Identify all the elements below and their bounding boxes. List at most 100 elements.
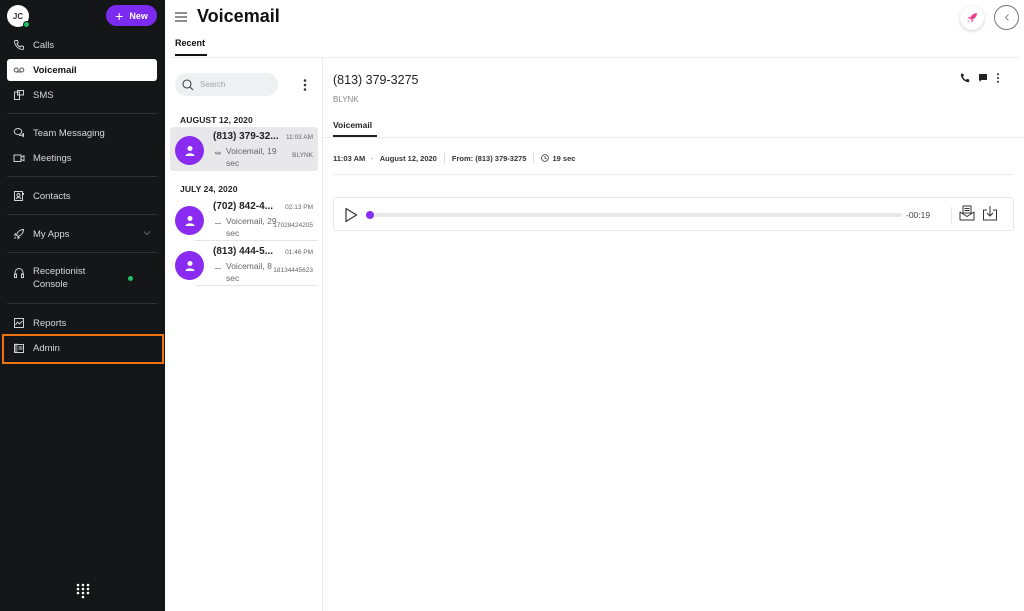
- voicemail-metadata: 11:03 AM · August 12, 2020 From: (813) 3…: [333, 153, 576, 163]
- play-icon[interactable]: [344, 207, 358, 223]
- date-group-header: AUGUST 12, 2020: [180, 115, 253, 125]
- rocket-icon: [967, 13, 977, 23]
- sidebar-item-calls[interactable]: Calls: [7, 34, 157, 56]
- chevron-left-icon: [1004, 14, 1009, 21]
- rocket-button[interactable]: [960, 6, 984, 30]
- detail-actions: [960, 73, 1000, 83]
- voicemail-time: 02:13 PM: [285, 204, 313, 211]
- presence-indicator: [23, 21, 30, 28]
- date-group-header: JULY 24, 2020: [180, 184, 238, 194]
- headset-icon: [13, 267, 25, 279]
- rocket-icon: [13, 228, 25, 240]
- dialpad-icon[interactable]: [76, 583, 90, 599]
- sidebar-item-label: Team Messaging: [33, 127, 105, 139]
- voicemail-icon: [215, 151, 221, 155]
- caller-name: (702) 842-4...: [213, 201, 274, 212]
- video-icon: [13, 152, 25, 164]
- voicemail-icon: [13, 64, 25, 76]
- search-input[interactable]: [200, 80, 270, 89]
- user-initials: JC: [12, 11, 24, 21]
- sidebar-item-reports[interactable]: Reports: [7, 312, 157, 334]
- sidebar-item-receptionist-console[interactable]: Receptionist Console: [7, 263, 157, 293]
- contact-avatar: [175, 206, 204, 235]
- sidebar-item-sms[interactable]: SMS: [7, 84, 157, 106]
- list-divider: [195, 285, 318, 286]
- sidebar-item-contacts[interactable]: Contacts: [7, 185, 157, 207]
- collapse-panel-button[interactable]: [994, 5, 1019, 30]
- caller-name: (813) 444-5...: [213, 246, 274, 257]
- caller-company: BLYNK: [333, 95, 359, 104]
- person-icon: [185, 215, 194, 226]
- more-options-icon[interactable]: [996, 73, 1000, 83]
- page-title: Voicemail: [197, 6, 280, 26]
- voicemail-from: 18134445623: [273, 267, 313, 274]
- more-options-icon[interactable]: [303, 79, 307, 91]
- caller-name: (813) 379-32...: [213, 131, 279, 142]
- new-button-label: New: [129, 10, 148, 21]
- detail-divider: [324, 137, 1024, 138]
- call-icon[interactable]: [960, 73, 970, 83]
- sidebar-item-label: Meetings: [33, 152, 72, 164]
- sidebar-item-label: Calls: [33, 39, 55, 51]
- list-divider: [195, 240, 318, 241]
- user-avatar[interactable]: JC: [7, 5, 30, 28]
- sidebar-item-meetings[interactable]: Meetings: [7, 147, 157, 169]
- voicemail-date: August 12, 2020: [379, 153, 437, 163]
- page-header: Voicemail Recent: [165, 0, 1024, 58]
- sidebar-item-my-apps[interactable]: My Apps: [7, 223, 157, 245]
- chevron-down-icon[interactable]: [143, 229, 151, 237]
- voicemail-list-item[interactable]: (702) 842-4... 02:13 PM Voicemail, 29 se…: [170, 197, 318, 241]
- online-status-dot: [128, 276, 133, 281]
- plus-icon: +: [115, 7, 124, 24]
- sidebar-item-admin[interactable]: Admin: [7, 337, 157, 359]
- app-window: JC + New Calls Voicemail SMS Team Messag…: [0, 0, 1024, 611]
- clock-icon: [541, 154, 550, 162]
- sidebar-item-label: My Apps: [33, 228, 70, 240]
- voicemail-duration: 19 sec: [552, 153, 576, 163]
- hamburger-menu-icon[interactable]: [175, 12, 187, 22]
- sidebar-item-label: Admin: [33, 342, 60, 354]
- sidebar-divider: [7, 214, 157, 215]
- time-remaining: -00:19: [906, 210, 931, 220]
- sidebar-item-label: Contacts: [33, 190, 71, 202]
- download-icon[interactable]: [982, 205, 998, 221]
- voicemail-time: 11:03 AM: [286, 134, 313, 141]
- sidebar-item-voicemail[interactable]: Voicemail: [7, 59, 157, 81]
- voicemail-from: BLYNK: [292, 152, 313, 159]
- sms-icon: [13, 89, 25, 101]
- sidebar-divider: [7, 113, 157, 114]
- person-icon: [185, 260, 194, 271]
- voicemail-list-item[interactable]: (813) 444-5... 01:46 PM Voicemail, 8 sec…: [170, 242, 318, 286]
- caller-number: (813) 379-3275: [333, 73, 419, 87]
- sidebar-divider: [7, 303, 157, 304]
- sidebar-item-label: Voicemail: [33, 64, 77, 76]
- person-icon: [185, 145, 194, 156]
- sidebar-item-label: Reports: [33, 317, 67, 329]
- voicemail-from: From: (813) 379-3275: [451, 153, 527, 163]
- voicemail-summary: Voicemail, 19 sec: [226, 146, 277, 168]
- tab-active-indicator: [175, 54, 207, 56]
- new-button[interactable]: + New: [106, 5, 157, 26]
- search-box[interactable]: [175, 73, 278, 96]
- playback-progress-slider[interactable]: [366, 211, 902, 219]
- voicemail-time: 01:46 PM: [285, 249, 313, 256]
- sidebar-divider: [7, 252, 157, 253]
- tab-recent[interactable]: Recent: [175, 38, 205, 48]
- contacts-icon: [13, 190, 25, 202]
- meta-divider: [333, 174, 1014, 175]
- search-icon: [182, 78, 194, 90]
- message-icon[interactable]: [978, 73, 988, 83]
- tab-voicemail[interactable]: Voicemail: [333, 120, 372, 130]
- chart-icon: [13, 317, 25, 329]
- contact-avatar: [175, 251, 204, 280]
- audio-player: -00:19: [333, 197, 1014, 231]
- voicemail-detail-pane: (813) 379-3275 BLYNK Voicemail 11:03 AM …: [324, 58, 1024, 611]
- sidebar: JC + New Calls Voicemail SMS Team Messag…: [0, 0, 165, 611]
- playback-progress-knob[interactable]: [366, 211, 374, 219]
- transcript-envelope-icon[interactable]: [959, 205, 975, 221]
- voicemail-icon: [215, 223, 221, 224]
- sidebar-item-team-messaging[interactable]: Team Messaging: [7, 122, 157, 144]
- phone-icon: [13, 39, 25, 51]
- voicemail-list-item[interactable]: (813) 379-32... 11:03 AM Voicemail, 19 s…: [170, 127, 318, 171]
- voicemail-icon: [215, 268, 221, 269]
